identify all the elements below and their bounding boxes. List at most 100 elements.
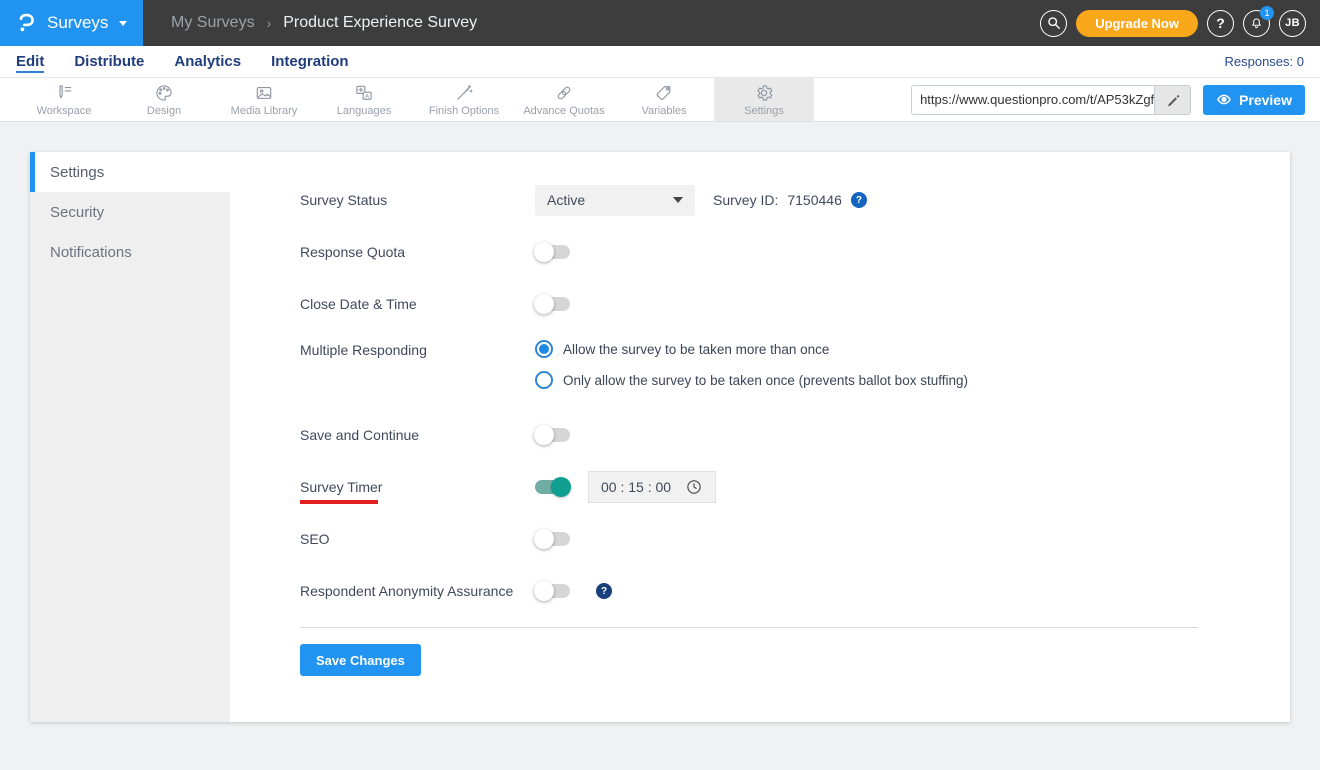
survey-status-value: Active xyxy=(547,192,586,208)
toolbar-label: Settings xyxy=(744,104,784,117)
advance-quotas-icon xyxy=(557,86,571,99)
product-name: Surveys xyxy=(47,13,109,32)
radio-unselected-icon[interactable] xyxy=(535,371,553,389)
close-date-row: Close Date & Time xyxy=(300,288,1290,320)
edit-toolbar: Workspace Design Media Library A Languag… xyxy=(0,78,1320,122)
survey-timer-label: Survey Timer xyxy=(300,479,383,495)
seo-toggle[interactable] xyxy=(534,529,570,549)
sidebar-item-settings[interactable]: Settings xyxy=(30,152,230,192)
breadcrumb-my-surveys[interactable]: My Surveys xyxy=(171,14,255,32)
question-mark-icon: ? xyxy=(1216,15,1225,31)
section-tabs: Edit Distribute Analytics Integration Re… xyxy=(0,46,1320,78)
tab-edit[interactable]: Edit xyxy=(16,53,45,73)
anonymity-row: Respondent Anonymity Assurance ? xyxy=(300,575,1290,607)
app-logo-surveys-menu[interactable]: Surveys xyxy=(0,0,143,46)
responses-count: Responses: 0 xyxy=(1224,54,1305,69)
topbar: Surveys My Surveys › Product Experience … xyxy=(0,0,1320,46)
survey-timer-input[interactable]: 00 : 15 : 00 xyxy=(588,471,717,503)
survey-id-help-icon[interactable]: ? xyxy=(850,192,867,208)
tab-analytics-label: Analytics xyxy=(174,53,242,70)
search-icon xyxy=(1047,17,1060,29)
close-date-toggle[interactable] xyxy=(534,294,570,314)
radio-option-allow-multiple[interactable]: Allow the survey to be taken more than o… xyxy=(535,340,968,358)
survey-url-field[interactable]: https://www.questionpro.com/t/AP53kZgfo xyxy=(911,84,1192,115)
toolbar-label: Variables xyxy=(641,104,687,117)
toolbar-item-finish-options[interactable]: Finish Options xyxy=(414,78,514,121)
toolbar-item-languages[interactable]: A Languages xyxy=(314,78,414,121)
notification-count-badge: 1 xyxy=(1260,5,1274,20)
survey-timer-value[interactable]: 00 : 15 : 00 xyxy=(601,479,671,495)
multiple-responding-row: Multiple Responding Allow the survey to … xyxy=(300,340,1290,389)
toolbar-item-design[interactable]: Design xyxy=(114,78,214,121)
toolbar-label: Media Library xyxy=(230,104,298,117)
survey-url-value[interactable]: https://www.questionpro.com/t/AP53kZgfo xyxy=(912,86,1154,114)
seo-label: SEO xyxy=(300,531,330,547)
chevron-down-icon xyxy=(119,20,128,26)
user-avatar[interactable]: JB xyxy=(1279,9,1306,37)
survey-id-value: 7150446 xyxy=(787,192,842,208)
eye-icon xyxy=(1217,94,1231,105)
help-button[interactable]: ? xyxy=(1207,9,1234,37)
search-button[interactable] xyxy=(1040,9,1068,37)
toolbar-right: https://www.questionpro.com/t/AP53kZgfo … xyxy=(911,78,1320,121)
design-icon xyxy=(156,84,172,101)
close-date-label: Close Date & Time xyxy=(300,296,417,312)
clock-icon[interactable] xyxy=(685,478,703,496)
toolbar-item-workspace[interactable]: Workspace xyxy=(14,78,114,121)
media-library-icon xyxy=(256,86,272,99)
save-continue-toggle[interactable] xyxy=(534,425,570,445)
toolbar-item-advance-quotas[interactable]: Advance Quotas xyxy=(514,78,614,121)
radio-option-label: Only allow the survey to be taken once (… xyxy=(563,372,968,388)
anonymity-label: Respondent Anonymity Assurance xyxy=(300,583,514,599)
toolbar-item-media-library[interactable]: Media Library xyxy=(214,78,314,121)
toggle-knob xyxy=(534,294,554,314)
avatar-initials: JB xyxy=(1285,17,1300,29)
tab-distribute[interactable]: Distribute xyxy=(74,53,144,70)
tab-edit-label: Edit xyxy=(16,53,45,73)
tab-integration[interactable]: Integration xyxy=(271,53,349,70)
toolbar-label: Design xyxy=(146,104,182,117)
notifications-button[interactable]: 1 xyxy=(1243,5,1274,37)
survey-timer-toggle[interactable] xyxy=(535,477,571,497)
topbar-actions: Upgrade Now ? 1 JB xyxy=(1040,5,1320,37)
radio-option-only-once[interactable]: Only allow the survey to be taken once (… xyxy=(535,371,968,389)
survey-status-label: Survey Status xyxy=(300,192,388,208)
breadcrumb-survey-title: Product Experience Survey xyxy=(283,14,478,31)
seo-row: SEO xyxy=(300,523,1290,555)
toolbar-label: Advance Quotas xyxy=(523,104,605,117)
toggle-knob xyxy=(534,581,554,601)
preview-label: Preview xyxy=(1239,91,1292,108)
radio-selected-icon[interactable] xyxy=(535,340,553,358)
response-quota-toggle[interactable] xyxy=(534,242,570,262)
pencil-icon xyxy=(1167,94,1179,106)
survey-id-group: Survey ID: 7150446 ? xyxy=(713,192,867,208)
toggle-knob xyxy=(534,425,554,445)
response-quota-label: Response Quota xyxy=(300,244,406,260)
upgrade-now-button[interactable]: Upgrade Now xyxy=(1076,9,1198,37)
anonymity-toggle[interactable] xyxy=(534,581,570,601)
tab-analytics[interactable]: Analytics xyxy=(174,53,241,70)
save-changes-button[interactable]: Save Changes xyxy=(300,644,421,676)
radio-option-label: Allow the survey to be taken more than o… xyxy=(563,341,830,357)
tab-distribute-label: Distribute xyxy=(74,53,145,70)
workspace-icon xyxy=(59,84,72,98)
breadcrumb-separator: › xyxy=(266,15,272,31)
survey-status-dropdown[interactable]: Active xyxy=(535,184,695,216)
survey-timer-row: Survey Timer 00 : 15 : 00 xyxy=(300,471,1290,503)
survey-timer-label-wrap: Survey Timer xyxy=(300,479,535,495)
settings-sidebar: Settings Security Notifications xyxy=(30,152,230,722)
toolbar-label: Languages xyxy=(336,104,392,117)
edit-url-button[interactable] xyxy=(1154,85,1191,114)
sidebar-item-notifications[interactable]: Notifications xyxy=(30,232,230,272)
tab-integration-label: Integration xyxy=(271,53,349,70)
toggle-knob xyxy=(534,529,554,549)
toolbar-item-variables[interactable]: Variables xyxy=(614,78,714,121)
multiple-responding-label: Multiple Responding xyxy=(300,342,427,358)
anonymity-help-icon[interactable]: ? xyxy=(596,583,612,599)
preview-button[interactable]: Preview xyxy=(1203,84,1305,115)
survey-status-row: Survey Status Active Survey ID: 7150446 … xyxy=(300,184,1290,216)
sidebar-item-security[interactable]: Security xyxy=(30,192,230,232)
toolbar-item-settings[interactable]: Settings xyxy=(714,78,814,121)
settings-card: Settings Security Notifications Survey S… xyxy=(30,152,1290,722)
toolbar-label: Workspace xyxy=(36,104,92,117)
